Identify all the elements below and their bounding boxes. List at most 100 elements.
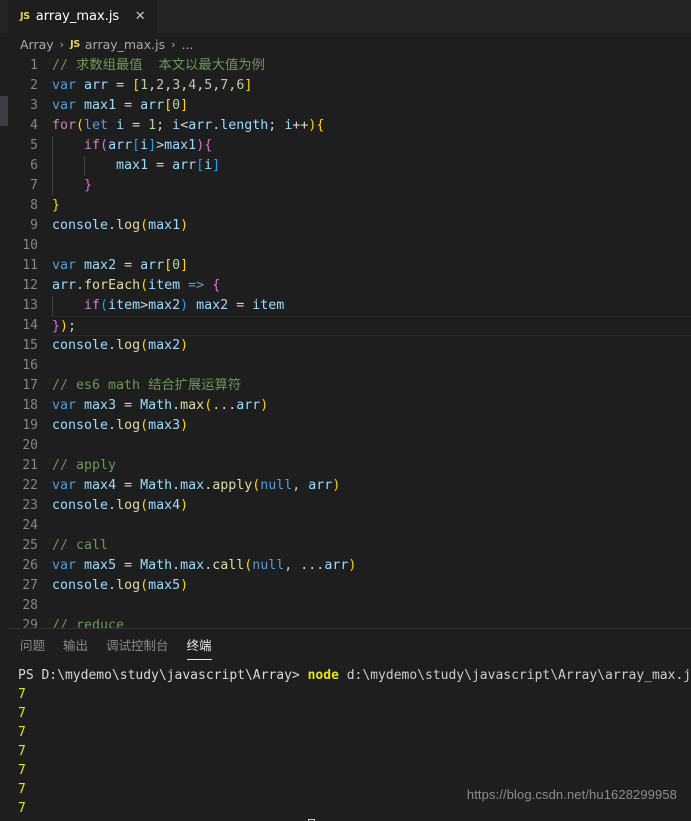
code-token: i	[172, 118, 181, 133]
code-text: console.log(max4)	[52, 496, 691, 516]
breadcrumb-item[interactable]: array_max.js	[85, 37, 165, 52]
code-token: .	[108, 338, 117, 353]
panel-tab-item[interactable]: 调试控制台	[106, 635, 169, 658]
code-line[interactable]: 15 console.log(max2)	[0, 336, 691, 356]
code-line[interactable]: 24	[0, 516, 691, 536]
code-line[interactable]: 20	[0, 436, 691, 456]
code-token: ;	[68, 319, 77, 334]
breadcrumb-separator-icon: ›	[171, 38, 176, 51]
code-token: (	[76, 118, 85, 133]
code-line[interactable]: 11 var max2 = arr[0]	[0, 256, 691, 276]
code-token: ++	[292, 118, 309, 133]
breadcrumb-item[interactable]: Array	[20, 37, 54, 52]
code-line[interactable]: 9 console.log(max1)	[0, 216, 691, 236]
code-text: }	[52, 176, 691, 196]
code-line[interactable]: 10	[0, 236, 691, 256]
code-token: )	[348, 558, 357, 573]
code-text: arr.forEach(item => {	[52, 276, 691, 296]
code-line[interactable]: 13 if(item>max2) max2 = item	[0, 296, 691, 316]
terminal-prompt: PS D:\mydemo\study\javascript\Array>	[18, 668, 308, 683]
panel-tab-item[interactable]: 输出	[63, 635, 88, 658]
code-text: var max4 = Math.max.apply(null, arr)	[52, 476, 691, 496]
code-line[interactable]: 28	[0, 596, 691, 616]
code-token: 3	[172, 78, 181, 93]
code-editor[interactable]: 1// 求数组最值 本文以最大值为例 2 var arr = [1,2,3,4,5,…	[0, 56, 691, 628]
code-line[interactable]: 21// apply	[0, 456, 691, 476]
code-text: var arr = [1,2,3,4,5,7,6]	[52, 76, 691, 96]
indent-guide	[84, 156, 86, 176]
code-token: 1	[148, 118, 157, 133]
code-token: =	[148, 158, 173, 173]
code-token: log	[116, 218, 141, 233]
terminal-line: 7	[18, 761, 691, 780]
close-icon[interactable]: ✕	[133, 10, 147, 23]
code-token: max4	[84, 478, 117, 493]
breadcrumb-item[interactable]: ...	[181, 37, 193, 52]
code-line[interactable]: 26 var max5 = Math.max.call(null, ...arr)	[0, 556, 691, 576]
code-text: // call	[52, 536, 691, 556]
code-token: max1	[84, 98, 117, 113]
activity-bar-editor-edge	[0, 33, 8, 821]
code-line[interactable]: 8}	[0, 196, 691, 216]
code-token: console	[52, 578, 109, 593]
terminal-command: node	[307, 668, 339, 683]
code-token: max	[180, 558, 205, 573]
code-line[interactable]: 14});	[0, 316, 691, 336]
code-line[interactable]: 17// es6 math 结合扩展运算符	[0, 376, 691, 396]
code-line[interactable]: 22 var max4 = Math.max.apply(null, arr)	[0, 476, 691, 496]
code-line[interactable]: 18 var max3 = Math.max(...arr)	[0, 396, 691, 416]
code-token: {	[212, 278, 221, 293]
code-token: )	[180, 578, 189, 593]
code-token: )	[260, 398, 269, 413]
panel-tab-active[interactable]: 终端	[186, 635, 212, 660]
code-text: var max1 = arr[0]	[52, 96, 691, 116]
code-line[interactable]: 6 max1 = arr[i]	[0, 156, 691, 176]
code-text: console.log(max3)	[52, 416, 691, 436]
editor-tab[interactable]: JS array_max.js ✕	[8, 0, 158, 33]
code-line[interactable]: 1// 求数组最值 本文以最大值为例	[0, 56, 691, 76]
code-token: max2	[148, 338, 181, 353]
editor-scrollbar-slider[interactable]	[0, 96, 8, 126]
code-line[interactable]: 2 var arr = [1,2,3,4,5,7,6]	[0, 76, 691, 96]
code-line[interactable]: 16	[0, 356, 691, 376]
code-token: var	[52, 558, 77, 573]
code-token: ,	[292, 478, 309, 493]
code-text: var max5 = Math.max.call(null, ...arr)	[52, 556, 691, 576]
code-line[interactable]: 12 arr.forEach(item => {	[0, 276, 691, 296]
terminal-output-value: 7	[18, 782, 26, 797]
code-line[interactable]: 19 console.log(max3)	[0, 416, 691, 436]
code-token: arr	[108, 138, 133, 153]
code-token: var	[52, 478, 77, 493]
code-token: >	[156, 138, 165, 153]
code-line[interactable]: 3 var max1 = arr[0]	[0, 96, 691, 116]
code-token: arr	[324, 558, 349, 573]
code-token: arr	[140, 258, 165, 273]
code-line[interactable]: 5 if(arr[i]>max1){	[0, 136, 691, 156]
code-token: arr	[308, 478, 333, 493]
code-token: i	[140, 138, 149, 153]
terminal-command-arg: d:\mydemo\study\javascript\Array\array_m…	[338, 668, 691, 683]
code-line[interactable]: 4 for(let i = 1; i<arr.length; i++){	[0, 116, 691, 136]
code-line[interactable]: 7 }	[0, 176, 691, 196]
code-token: (	[100, 138, 109, 153]
terminal-output-value: 7	[18, 725, 26, 740]
code-token: console	[52, 338, 109, 353]
code-text: console.log(max2)	[52, 336, 691, 356]
code-text: console.log(max1)	[52, 216, 691, 236]
code-token: ,	[164, 78, 173, 93]
code-line[interactable]: 23 console.log(max4)	[0, 496, 691, 516]
code-token: ...	[300, 558, 325, 573]
panel-tab-item[interactable]: 问题	[20, 635, 45, 658]
code-token: length	[220, 118, 269, 133]
code-line[interactable]: 29// reduce	[0, 616, 691, 628]
code-line[interactable]: 27 console.log(max5)	[0, 576, 691, 596]
code-line[interactable]: 25// call	[0, 536, 691, 556]
code-token: if	[84, 138, 101, 153]
code-token: Math	[140, 558, 173, 573]
code-token: max1	[116, 158, 149, 173]
